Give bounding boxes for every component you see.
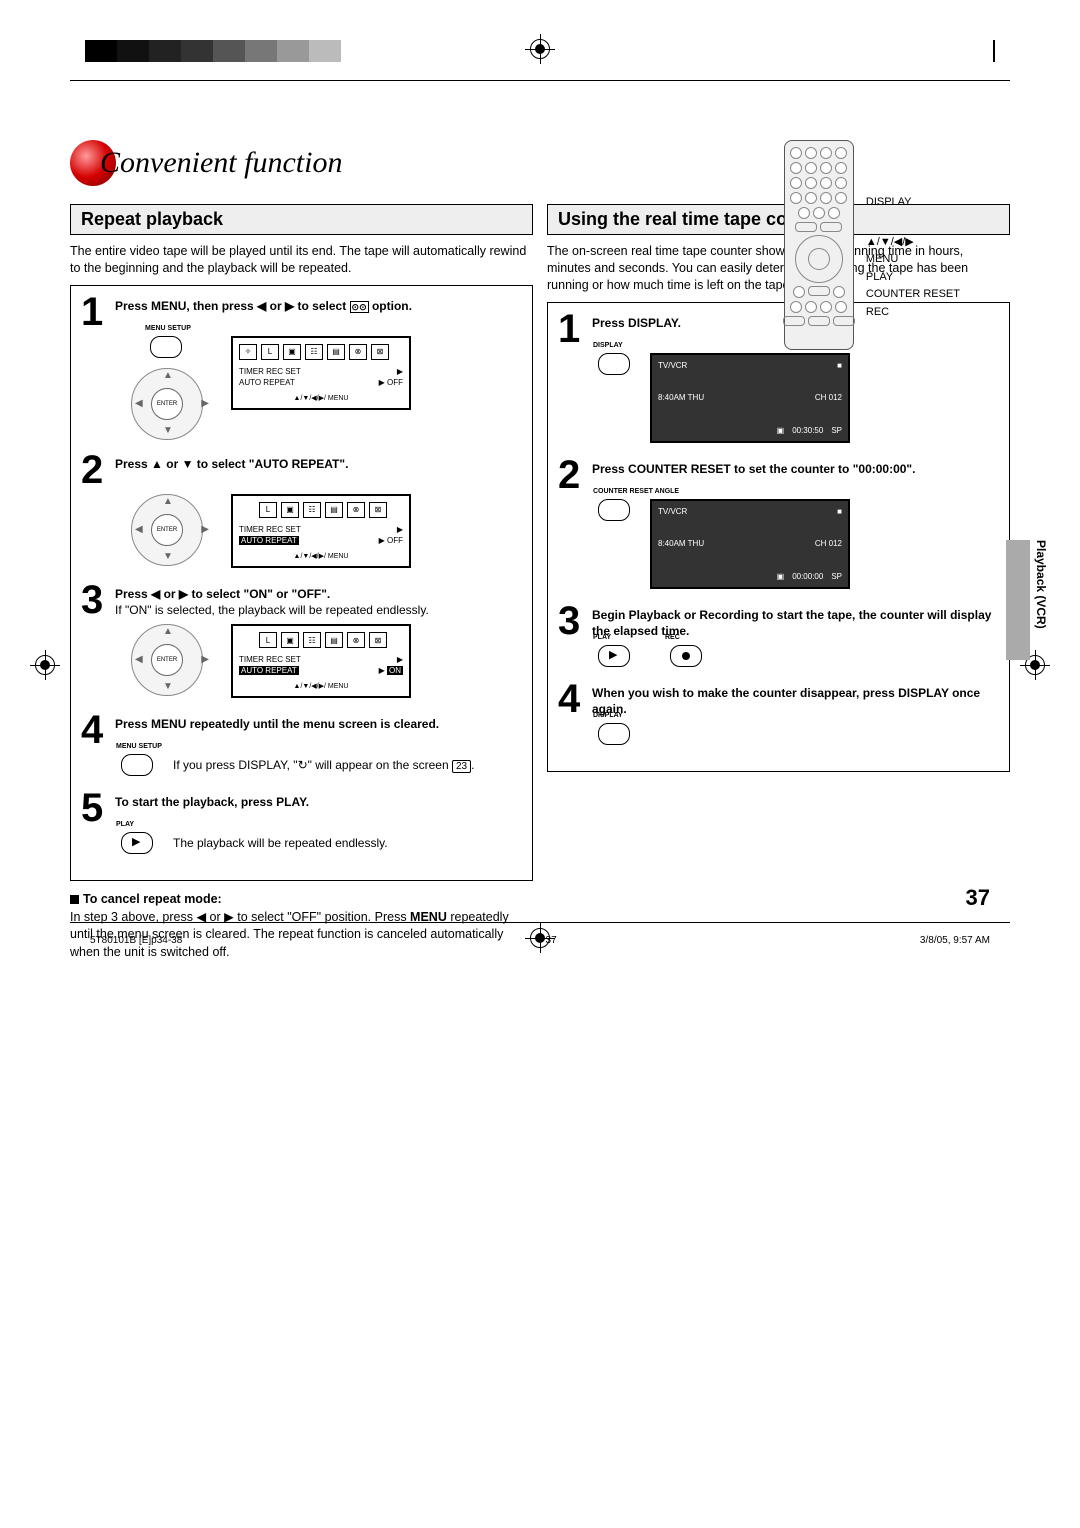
print-color-bar-right (993, 40, 995, 62)
rstep1-text: Press DISPLAY. (592, 316, 681, 330)
menu-button-icon: MENU SETUP (150, 336, 182, 358)
side-tab: Playback (VCR) (1006, 540, 1048, 660)
step5-text: To start the playback, press PLAY. (115, 795, 309, 809)
step-number: 4 (558, 681, 592, 717)
repeat-intro: The entire video tape will be played unt… (70, 243, 533, 277)
crop-mark-top (525, 34, 555, 64)
remote-label-rec: REC (866, 304, 960, 322)
step3-note: If "ON" is selected, the playback will b… (115, 603, 429, 617)
page-number: 37 (966, 885, 990, 911)
step5-note: The playback will be repeated endlessly. (173, 836, 388, 850)
step-number: 2 (558, 457, 592, 493)
rstep3-text: Begin Playback or Recording to start the… (592, 608, 991, 638)
print-color-bar-left (85, 40, 341, 62)
counter-steps-box: 1 Press DISPLAY. DISPLAY TV/VCR■ 8:40AM … (547, 302, 1010, 773)
step-number: 5 (81, 790, 115, 826)
dpad-icon: ENTER ▲ ▼ ◀ ▶ (121, 368, 211, 438)
remote-label-play: PLAY (866, 269, 960, 287)
step-number: 3 (558, 603, 592, 639)
crop-mark-left (30, 650, 60, 680)
display-button-icon: DISPLAY (598, 723, 630, 745)
rstep4-text: When you wish to make the counter disapp… (592, 686, 980, 716)
footer-doc: 5T80101B [E]p34-38 (90, 935, 182, 946)
rec-button-icon: REC (670, 645, 702, 667)
tv-display-2: TV/VCR■ 8:40AM THUCH 012 ▣00:00:00SP (650, 499, 850, 589)
remote-control-illustration: DISPLAY ▲/▼/◀/▶ MENU PLAY COUNTER RESET … (784, 140, 960, 350)
step-number: 2 (81, 452, 115, 488)
dpad-icon: ENTER ▲ ▼ ◀ ▶ (121, 624, 211, 694)
footer-timestamp: 3/8/05, 9:57 AM (920, 935, 990, 946)
step-number: 3 (81, 582, 115, 618)
remote-label-menu: MENU (866, 251, 960, 269)
tv-display-1: TV/VCR■ 8:40AM THUCH 012 ▣00:30:50SP (650, 353, 850, 443)
osd-menu-1: ✧L▣☷▤⊗⊠ TIMER REC SET▶ AUTO REPEAT▶ OFF … (231, 336, 411, 410)
osd-menu-3: L▣☷▤⊗⊠ TIMER REC SET▶ AUTO REPEAT▶ ON ▲/… (231, 624, 411, 698)
step2-text: Press ▲ or ▼ to select "AUTO REPEAT". (115, 457, 348, 471)
page-border-top (70, 80, 1010, 81)
rstep2-text: Press COUNTER RESET to set the counter t… (592, 462, 915, 476)
remote-label-counter-reset: COUNTER RESET (866, 286, 960, 304)
section-heading-repeat: Repeat playback (70, 204, 533, 235)
repeat-steps-box: 1 Press MENU, then press ◀ or ▶ to selec… (70, 285, 533, 881)
display-button-icon: DISPLAY (598, 353, 630, 375)
step4-text: Press MENU repeatedly until the menu scr… (115, 717, 439, 731)
remote-label-arrows: ▲/▼/◀/▶ (866, 234, 960, 252)
step-number: 1 (81, 294, 115, 330)
page-title: Convenient function (100, 146, 342, 180)
counter-reset-button-icon: COUNTER RESET ANGLE (598, 499, 630, 521)
cancel-heading: To cancel repeat mode: (70, 891, 533, 909)
crop-mark-bottom (525, 923, 555, 953)
step-number: 4 (81, 712, 115, 748)
step-number: 1 (558, 311, 592, 347)
step4-note: If you press DISPLAY, "↻" will appear on… (173, 758, 474, 773)
play-button-icon: PLAY▶ (598, 645, 630, 667)
remote-label-display: DISPLAY (866, 194, 960, 212)
dpad-icon: ENTER ▲ ▼ ◀ ▶ (121, 494, 211, 564)
step3-text: Press ◀ or ▶ to select "ON" or "OFF". (115, 587, 330, 601)
tape-icon: ⊙⊙ (350, 301, 369, 313)
step1-text-post: option. (369, 299, 412, 313)
osd-menu-2: L▣☷▤⊗⊠ TIMER REC SET▶ AUTO REPEAT▶ OFF ▲… (231, 494, 411, 568)
menu-button-icon: MENU SETUP (121, 754, 153, 776)
step1-text-pre: Press MENU, then press ◀ or ▶ to select (115, 299, 350, 313)
play-button-icon: PLAY▶ (121, 832, 153, 854)
